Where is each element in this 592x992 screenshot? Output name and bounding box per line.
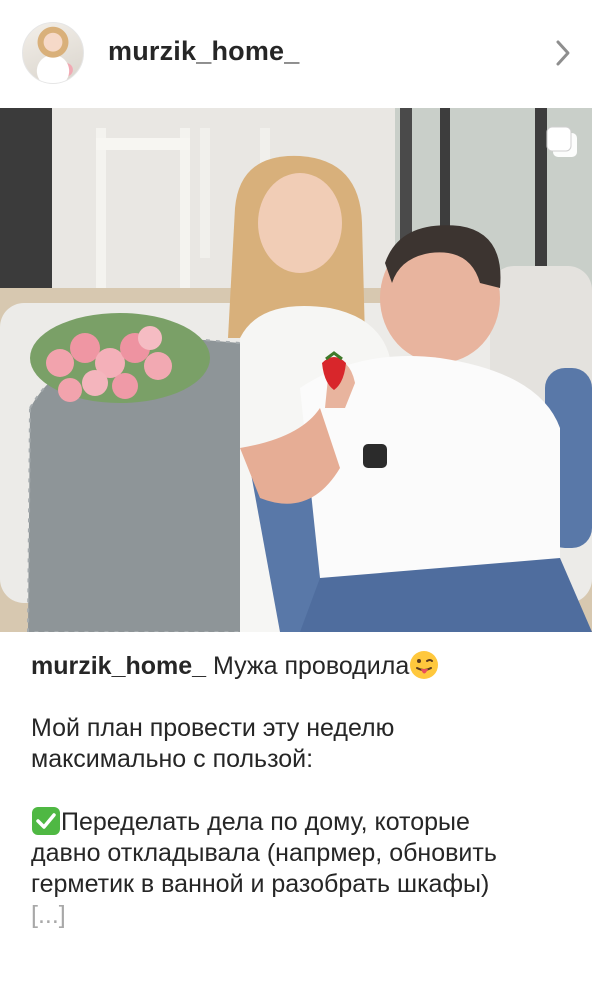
caption-p2-line1: Переделать дела по дому, которые — [61, 808, 470, 836]
post-caption: murzik_home_ Мужа проводила Мой план про… — [31, 650, 571, 931]
caption-username[interactable]: murzik_home_ — [31, 652, 206, 680]
caption-p2-line1-row: Переделать дела по дому, которые — [31, 806, 571, 838]
post-photo[interactable] — [0, 108, 592, 632]
check-mark-emoji — [32, 807, 60, 835]
flower-bouquet — [30, 313, 210, 403]
tongue-out-emoji — [410, 651, 439, 679]
caption-first-text: Мужа проводила — [213, 652, 410, 680]
caption-p2-line3: герметик в ванной и разобрать шкафы) — [31, 870, 490, 898]
caption-p1-line2: максимально с пользой: — [31, 745, 314, 773]
carousel-multiple-icon[interactable] — [544, 124, 580, 160]
profile-avatar[interactable] — [22, 22, 84, 84]
caption-p2-line2: давно откладывала (напрмер, обновить — [31, 839, 497, 867]
post-header: murzik_home_ — [0, 0, 592, 108]
chevron-right-icon[interactable] — [548, 38, 578, 68]
caption-p1-line1: Мой план провести эту неделю — [31, 714, 395, 742]
header-username[interactable]: murzik_home_ — [108, 36, 299, 67]
caption-more-link[interactable]: [...] — [31, 900, 571, 931]
couple-photo — [0, 108, 592, 632]
caption-first-line: murzik_home_ Мужа проводила — [31, 650, 571, 682]
